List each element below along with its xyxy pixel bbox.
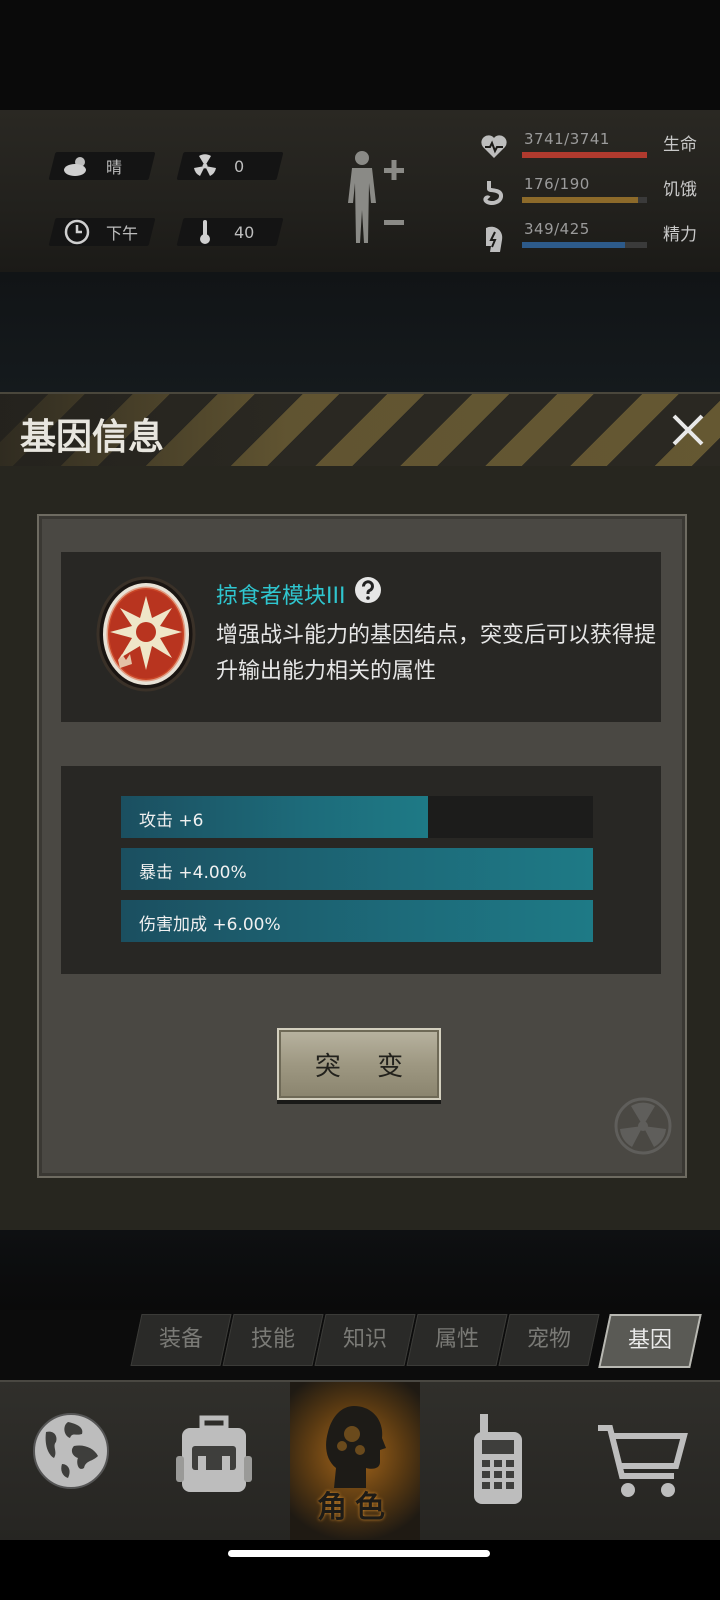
tab-label: 属性 <box>434 1327 479 1352</box>
tab-label: 宠物 <box>526 1327 571 1352</box>
hunger-label: 饥饿 <box>663 180 697 200</box>
scene-backdrop-lower <box>0 1230 720 1310</box>
help-icon[interactable] <box>354 576 382 604</box>
energy-label: 精力 <box>663 225 697 245</box>
energy-bar <box>522 242 647 248</box>
globe-icon <box>32 1412 110 1494</box>
attribute-row-damage-bonus: 伤害加成 +6.00% <box>121 900 593 942</box>
clock-icon <box>62 219 92 245</box>
attribute-label: 暴击 +4.00% <box>139 863 247 883</box>
time-pill: 下午 <box>48 218 156 246</box>
tab-genes[interactable]: 基因 <box>598 1314 702 1368</box>
weather-text: 晴 <box>106 158 123 177</box>
gene-content-frame: 掠食者模块III 增强战斗能力的基因结点，突变后可以获得提升输出能力相关的属性 … <box>37 514 687 1178</box>
energy-icon <box>480 224 510 254</box>
nav-shop[interactable] <box>576 1382 706 1542</box>
heart-icon <box>480 134 510 164</box>
gene-name: 掠食者模块III <box>216 584 346 609</box>
health-label: 生命 <box>663 135 697 155</box>
radiation-value: 0 <box>234 156 245 176</box>
gene-description: 增强战斗能力的基因结点，突变后可以获得提升输出能力相关的属性 <box>216 623 657 684</box>
status-hud: 晴 0 下午 40 3741/3741 生命 176/190 饥饿 349/42… <box>0 110 720 274</box>
cloud-sun-icon <box>62 154 92 178</box>
tab-equipment[interactable]: 装备 <box>130 1314 232 1366</box>
tab-label: 装备 <box>158 1327 203 1352</box>
close-icon[interactable] <box>668 410 708 450</box>
thermometer-icon <box>190 220 220 244</box>
nav-character-label: 角色 <box>317 1490 393 1525</box>
scene-backdrop <box>0 272 720 392</box>
gene-info-dialog: 基因信息 掠食者模块III 增强战斗能力的基因结点，突变后可以获得提升输出能力相… <box>0 392 720 1234</box>
tab-label: 基因 <box>627 1328 672 1353</box>
nav-radio[interactable] <box>432 1382 562 1542</box>
predator-gene-badge-icon <box>96 574 196 692</box>
gene-attributes: 攻击 +6 暴击 +4.00% 伤害加成 +6.00% <box>61 766 661 974</box>
attribute-row-crit: 暴击 +4.00% <box>121 848 593 890</box>
backpack-icon <box>174 1412 254 1500</box>
mutate-button[interactable]: 突 变 <box>277 1028 441 1100</box>
tab-attributes[interactable]: 属性 <box>406 1314 508 1366</box>
tab-label: 知识 <box>342 1327 387 1352</box>
tab-label: 技能 <box>250 1327 295 1352</box>
energy-value: 349/425 <box>524 220 590 238</box>
tab-skills[interactable]: 技能 <box>222 1314 324 1366</box>
nav-world[interactable] <box>6 1382 136 1542</box>
cart-icon <box>596 1422 688 1504</box>
tab-knowledge[interactable]: 知识 <box>314 1314 416 1366</box>
bottom-nav: 角色 <box>0 1380 720 1542</box>
hunger-stat: 176/190 饥饿 <box>480 175 705 211</box>
radiation-watermark-icon <box>613 1096 673 1156</box>
time-of-day-text: 下午 <box>106 224 139 243</box>
health-stat: 3741/3741 生命 <box>480 130 705 166</box>
weather-pill: 晴 <box>48 152 156 180</box>
body-figure-icon[interactable] <box>340 148 410 248</box>
hunger-bar <box>522 197 647 203</box>
attribute-row-attack: 攻击 +6 <box>121 796 593 838</box>
radiation-pill: 0 <box>176 152 284 180</box>
temperature-pill: 40 <box>176 218 284 246</box>
system-bar <box>0 1540 720 1600</box>
temperature-value: 40 <box>234 222 255 242</box>
attribute-label: 伤害加成 +6.00% <box>139 915 281 935</box>
radio-icon <box>468 1412 528 1510</box>
gene-summary: 掠食者模块III 增强战斗能力的基因结点，突变后可以获得提升输出能力相关的属性 <box>61 552 661 722</box>
nav-backpack[interactable] <box>148 1382 278 1542</box>
energy-stat: 349/425 精力 <box>480 220 705 256</box>
nav-character[interactable]: 角色 <box>290 1382 420 1542</box>
attribute-label: 攻击 +6 <box>139 811 204 831</box>
health-value: 3741/3741 <box>524 130 610 148</box>
tab-pets[interactable]: 宠物 <box>498 1314 600 1366</box>
health-bar <box>522 152 647 158</box>
dialog-title: 基因信息 <box>20 417 165 458</box>
hunger-value: 176/190 <box>524 175 590 193</box>
radiation-icon <box>190 154 220 178</box>
character-tabs: 装备 技能 知识 属性 宠物 基因 <box>130 1310 710 1368</box>
top-backdrop <box>0 0 720 110</box>
home-indicator[interactable] <box>228 1550 490 1557</box>
stomach-icon <box>480 179 510 209</box>
